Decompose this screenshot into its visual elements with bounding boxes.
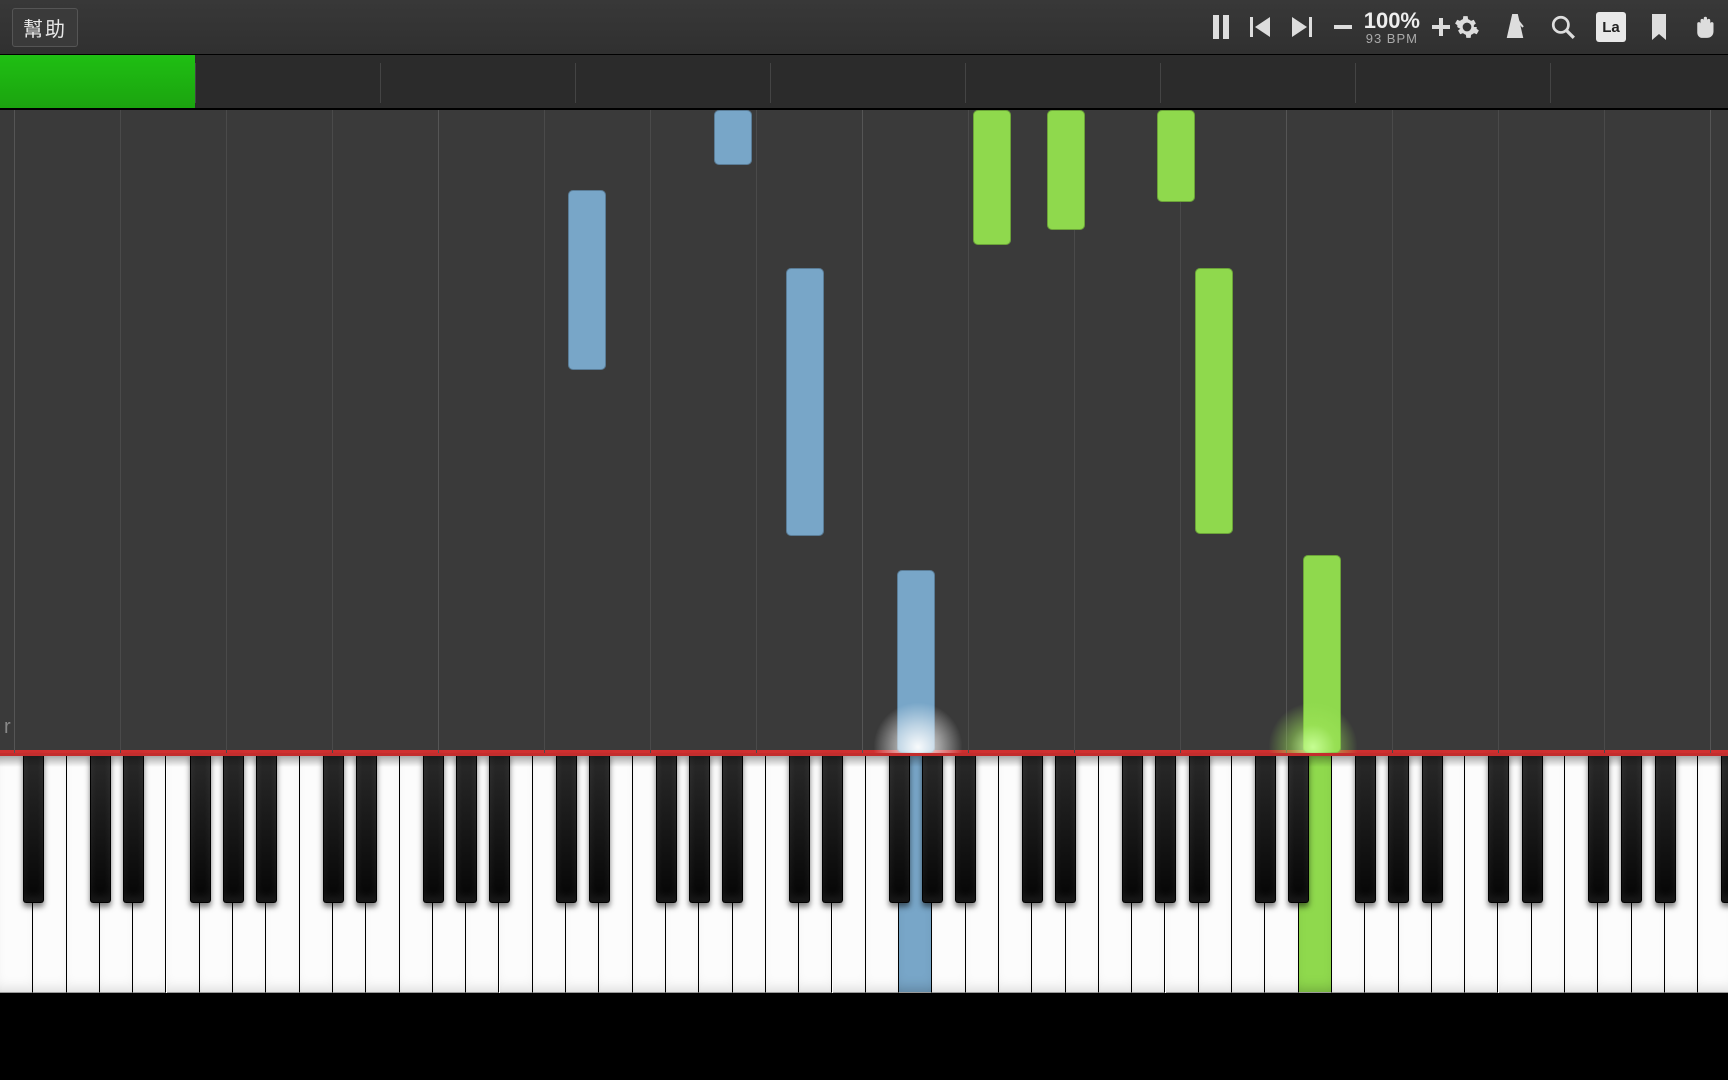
note-name-toggle[interactable]: La (1596, 12, 1626, 42)
note-fall-area: r (0, 110, 1728, 753)
bottom-bar (0, 993, 1728, 1080)
black-key[interactable] (456, 753, 477, 903)
black-key[interactable] (23, 753, 44, 903)
black-key[interactable] (1355, 753, 1376, 903)
black-key[interactable] (1022, 753, 1043, 903)
speed-percent: 100% (1364, 10, 1420, 32)
black-key[interactable] (1655, 753, 1676, 903)
hand-button[interactable] (1692, 12, 1722, 42)
black-key[interactable] (223, 753, 244, 903)
black-key[interactable] (323, 753, 344, 903)
bookmark-button[interactable] (1644, 12, 1674, 42)
black-key[interactable] (1621, 753, 1642, 903)
black-key[interactable] (955, 753, 976, 903)
black-key[interactable] (889, 753, 910, 903)
black-key[interactable] (689, 753, 710, 903)
speed-readout: 100% 93 BPM (1364, 10, 1420, 45)
metronome-button[interactable] (1500, 12, 1530, 42)
falling-note (568, 190, 606, 370)
black-key[interactable] (722, 753, 743, 903)
black-key[interactable] (123, 753, 144, 903)
keyboard-gloss (0, 755, 1728, 767)
black-key[interactable] (656, 753, 677, 903)
falling-note (786, 268, 824, 536)
black-key[interactable] (1488, 753, 1509, 903)
black-key[interactable] (1288, 753, 1309, 903)
help-button[interactable]: 幫助 (12, 8, 78, 47)
speed-plus-button[interactable] (1430, 16, 1452, 38)
black-key[interactable] (1255, 753, 1276, 903)
black-key[interactable] (489, 753, 510, 903)
falling-note (714, 110, 752, 165)
black-key[interactable] (1522, 753, 1543, 903)
black-key[interactable] (1388, 753, 1409, 903)
black-key[interactable] (190, 753, 211, 903)
falling-note (1047, 110, 1085, 230)
keyboard-top-stripe (0, 753, 1728, 756)
black-key[interactable] (1122, 753, 1143, 903)
progress-fill (0, 55, 195, 110)
settings-button[interactable] (1452, 12, 1482, 42)
black-key[interactable] (556, 753, 577, 903)
right-tools: La (1452, 12, 1722, 42)
pause-button[interactable] (1208, 14, 1234, 40)
black-key[interactable] (1155, 753, 1176, 903)
chord-hint-label: r (4, 716, 11, 739)
falling-note (973, 110, 1011, 245)
black-key[interactable] (922, 753, 943, 903)
zoom-button[interactable] (1548, 12, 1578, 42)
black-key[interactable] (423, 753, 444, 903)
black-key[interactable] (822, 753, 843, 903)
black-key[interactable] (1189, 753, 1210, 903)
speed-control: 100% 93 BPM (1332, 10, 1452, 45)
falling-note (1195, 268, 1233, 534)
bpm-label: 93 BPM (1366, 32, 1418, 45)
next-button[interactable] (1288, 14, 1314, 40)
falling-note (1157, 110, 1195, 202)
speed-minus-button[interactable] (1332, 16, 1354, 38)
black-key[interactable] (1422, 753, 1443, 903)
toolbar: 幫助 100% 93 BPM (0, 0, 1728, 55)
black-key[interactable] (356, 753, 377, 903)
black-key[interactable] (1588, 753, 1609, 903)
black-key[interactable] (256, 753, 277, 903)
black-key[interactable] (1721, 753, 1728, 903)
piano-keyboard[interactable] (0, 753, 1728, 993)
falling-note (1303, 555, 1341, 753)
progress-ticks (0, 55, 1728, 110)
previous-button[interactable] (1248, 14, 1274, 40)
black-key[interactable] (1055, 753, 1076, 903)
black-key[interactable] (589, 753, 610, 903)
black-key[interactable] (789, 753, 810, 903)
black-key[interactable] (90, 753, 111, 903)
falling-note (897, 570, 935, 753)
progress-bar[interactable] (0, 55, 1728, 110)
transport-controls (1208, 14, 1314, 40)
